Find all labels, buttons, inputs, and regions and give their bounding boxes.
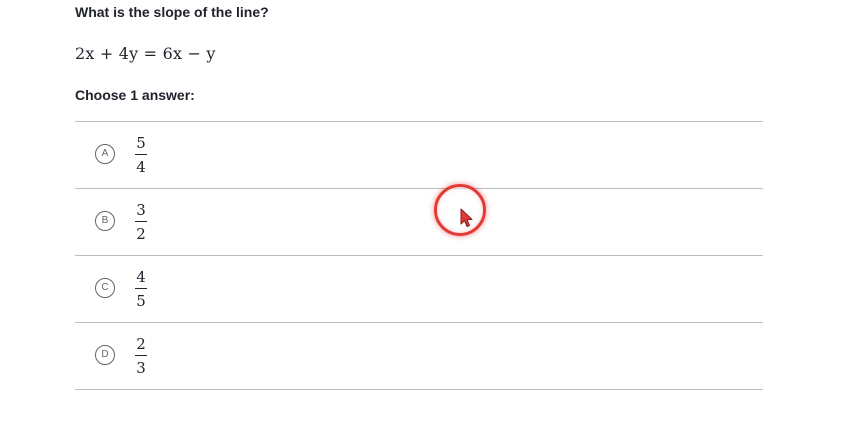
choice-fraction: 2 3 [133,335,149,377]
equation: 2x + 4y = 6x − y [75,44,216,64]
fraction-denominator: 2 [136,225,146,243]
fraction-numerator: 4 [136,268,146,286]
choice-fraction: 3 2 [133,201,149,243]
fraction-denominator: 3 [136,359,146,377]
choice-letter-badge: B [95,211,115,231]
choice-fraction: 5 4 [133,134,149,176]
choice-b[interactable]: B 3 2 [75,189,763,256]
choice-letter-badge: D [95,345,115,365]
fraction-bar [135,355,147,356]
fraction-numerator: 2 [136,335,146,353]
fraction-numerator: 3 [136,201,146,219]
question-title: What is the slope of the line? [75,4,269,20]
equation-text: 2x + 4y = 6x − y [75,44,216,63]
fraction-denominator: 5 [136,292,146,310]
fraction-numerator: 5 [136,134,146,152]
choice-fraction: 4 5 [133,268,149,310]
fraction-denominator: 4 [136,158,146,176]
fraction-bar [135,221,147,222]
choice-d[interactable]: D 2 3 [75,323,763,390]
answer-prompt: Choose 1 answer: [75,87,195,103]
answer-choices: A 5 4 B 3 2 C 4 5 D 2 3 [75,121,763,390]
fraction-bar [135,154,147,155]
choice-a[interactable]: A 5 4 [75,122,763,189]
fraction-bar [135,288,147,289]
choice-c[interactable]: C 4 5 [75,256,763,323]
choice-letter-badge: C [95,278,115,298]
choice-letter-badge: A [95,144,115,164]
mouse-cursor-icon [460,208,473,227]
